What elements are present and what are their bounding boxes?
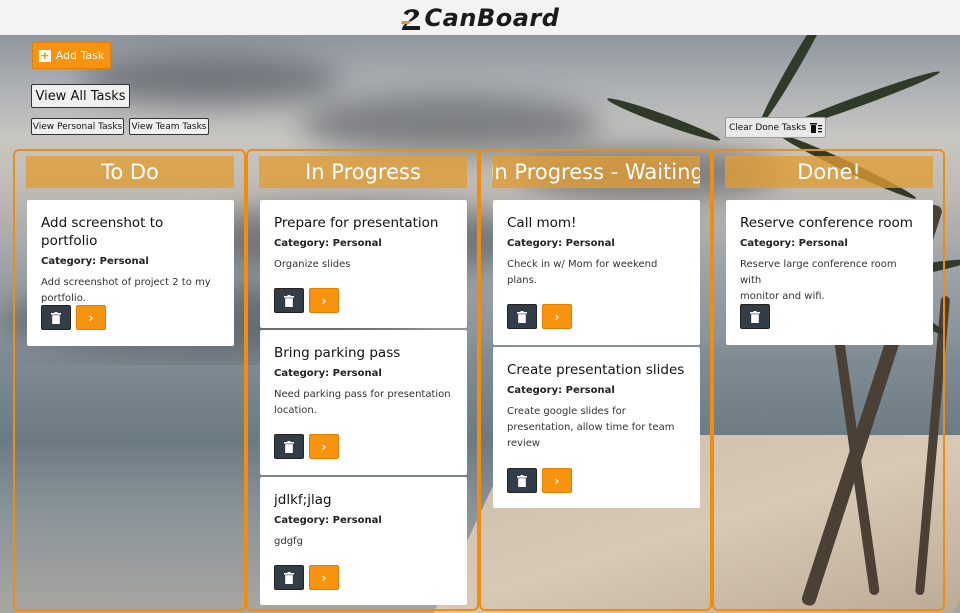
task-card[interactable]: Create presentation slides Category: Per… <box>493 347 700 508</box>
column-in-progress: In Progress Prepare for presentation Cat… <box>246 149 479 611</box>
chevron-right-icon: › <box>321 293 327 308</box>
delete-task-button[interactable] <box>507 468 537 493</box>
task-category: Category: Personal <box>507 385 615 396</box>
view-all-tasks-button[interactable]: View All Tasks <box>31 84 130 108</box>
task-category: Category: Personal <box>41 256 149 267</box>
delete-task-button[interactable] <box>274 565 304 590</box>
task-card[interactable]: jdlkf;jlag Category: Personal gdgfg › <box>260 477 467 605</box>
delete-task-button[interactable] <box>41 305 71 330</box>
card-actions: › <box>507 468 572 493</box>
trash-icon <box>517 310 527 323</box>
task-description: Reserve large conference room with monit… <box>740 259 897 302</box>
move-task-forward-button[interactable]: › <box>309 288 339 313</box>
trash-list-icon <box>810 122 823 133</box>
logo-mark-icon <box>400 8 420 30</box>
trash-icon <box>750 310 760 323</box>
delete-task-button[interactable] <box>740 304 770 329</box>
task-category: Category: Personal <box>274 515 382 526</box>
column-title: To Do <box>26 156 234 188</box>
task-card[interactable]: Call mom! Category: Personal Check in w/… <box>493 200 700 345</box>
trash-icon <box>51 311 61 324</box>
plus-icon: + <box>38 48 51 62</box>
chevron-right-icon: › <box>321 439 327 454</box>
card-actions: › <box>507 304 572 329</box>
task-title: Call mom! <box>507 215 577 231</box>
task-card[interactable]: Prepare for presentation Category: Perso… <box>260 200 467 328</box>
task-category: Category: Personal <box>507 238 615 249</box>
column-done: Done! Reserve conference room Category: … <box>712 149 945 611</box>
task-description: Check in w/ Mom for weekend plans. <box>507 259 658 286</box>
column-to-do: To Do Add screenshot to portfolio Catego… <box>13 149 246 611</box>
task-title: Add screenshot to portfolio <box>41 215 164 249</box>
chevron-right-icon: › <box>554 309 560 324</box>
task-title: Prepare for presentation <box>274 215 439 231</box>
card-actions: › <box>274 288 339 313</box>
add-task-label: Add Task <box>55 49 105 62</box>
view-team-tasks-button[interactable]: View Team Tasks <box>129 118 209 135</box>
task-category: Category: Personal <box>274 238 382 249</box>
task-category: Category: Personal <box>740 238 848 249</box>
task-title: Reserve conference room <box>740 215 913 231</box>
delete-task-button[interactable] <box>274 288 304 313</box>
add-task-button[interactable]: + Add Task <box>32 42 111 69</box>
task-card[interactable]: Reserve conference room Category: Person… <box>726 200 933 345</box>
trash-icon <box>517 474 527 487</box>
view-personal-tasks-button[interactable]: View Personal Tasks <box>31 118 124 135</box>
move-task-forward-button[interactable]: › <box>309 565 339 590</box>
chevron-right-icon: › <box>88 310 94 325</box>
delete-task-button[interactable] <box>507 304 537 329</box>
move-task-forward-button[interactable]: › <box>542 304 572 329</box>
task-title: Bring parking pass <box>274 345 401 361</box>
delete-task-button[interactable] <box>274 434 304 459</box>
task-description: Organize slides <box>274 259 351 270</box>
task-description: Need parking pass for presentation locat… <box>274 389 451 416</box>
trash-icon <box>284 294 294 307</box>
card-actions <box>740 304 770 329</box>
app-logo[interactable]: CanBoard <box>400 3 560 32</box>
column-title: In Progress <box>259 156 467 188</box>
column-title: Done! <box>725 156 933 188</box>
column-title: In Progress - Waiting <box>492 156 700 188</box>
chevron-right-icon: › <box>321 570 327 585</box>
move-task-forward-button[interactable]: › <box>76 305 106 330</box>
trash-icon <box>284 571 294 584</box>
move-task-forward-button[interactable]: › <box>542 468 572 493</box>
card-actions: › <box>274 565 339 590</box>
task-description: gdgfg <box>274 536 303 547</box>
task-card[interactable]: Add screenshot to portfolio Category: Pe… <box>27 200 234 346</box>
trash-icon <box>284 440 294 453</box>
task-card[interactable]: Bring parking pass Category: Personal Ne… <box>260 330 467 475</box>
chevron-right-icon: › <box>554 473 560 488</box>
column-in-progress-waiting: In Progress - Waiting Call mom! Category… <box>479 149 712 611</box>
move-task-forward-button[interactable]: › <box>309 434 339 459</box>
task-title: Create presentation slides <box>507 362 685 378</box>
app-header: CanBoard <box>0 0 960 35</box>
app-logo-text: CanBoard <box>424 3 560 32</box>
card-actions: › <box>41 305 106 330</box>
task-title: jdlkf;jlag <box>274 492 332 508</box>
clear-done-label: Clear Done Tasks <box>728 122 807 133</box>
task-description: Add screenshot of project 2 to my portfo… <box>41 277 211 304</box>
task-category: Category: Personal <box>274 368 382 379</box>
task-description: Create google slides for presentation, a… <box>507 406 675 449</box>
clear-done-tasks-button[interactable]: Clear Done Tasks <box>725 117 826 138</box>
card-actions: › <box>274 434 339 459</box>
